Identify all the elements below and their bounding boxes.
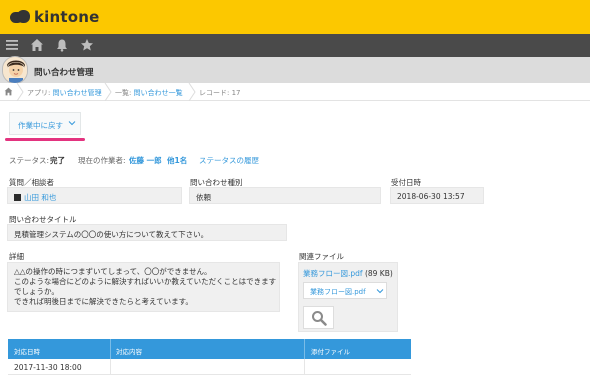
response-table-header: 対応日時 対応内容 添付ファイル	[8, 339, 411, 359]
status-action-button[interactable]: 作業中に戻す	[9, 112, 81, 135]
breadcrumb-list-link[interactable]: 問い合わせ一覧	[134, 89, 183, 97]
status-action-label: 作業中に戻す	[18, 121, 63, 130]
status-history-link[interactable]: ステータスの履歴	[199, 155, 259, 166]
assignee-more-link[interactable]: 他1名	[167, 155, 187, 166]
inquirer-link[interactable]: 山田 和也	[24, 193, 56, 202]
inquiry-title-field: 見積管理システムの〇〇の使い方について教えて下さい。	[7, 224, 287, 241]
assignee-key: 現在の作業者:	[78, 156, 126, 165]
received-field: 2018-06-30 13:57	[390, 187, 484, 204]
file-download-link[interactable]: 業務フロー図.pdf	[303, 269, 363, 278]
breadcrumb-separator	[188, 83, 196, 101]
star-icon[interactable]	[80, 38, 94, 52]
status-action-underline	[5, 138, 85, 141]
status-key: ステータス:	[9, 156, 50, 165]
detail-label: 詳細	[9, 252, 24, 261]
detail-line: このような場合にどのように解決すればいいか教えていただくことはできます	[14, 277, 277, 286]
table-cell: 2017-11-30 18:00	[14, 363, 82, 372]
file-size: (89 KB)	[364, 269, 393, 278]
breadcrumb-separator	[16, 83, 24, 101]
bell-icon[interactable]	[55, 38, 69, 52]
user-icon	[14, 194, 21, 201]
breadcrumb-list: 一覧: 問い合わせ一覧	[115, 89, 183, 97]
related-files-panel: 業務フロー図.pdf (89 KB) 業務フロー図.pdf	[298, 262, 398, 332]
chevron-down-icon	[376, 289, 384, 294]
brand-name: kintone	[34, 8, 100, 26]
column-divider	[304, 359, 305, 375]
inquiry-type-value: 依頼	[196, 193, 211, 202]
status-value: 完了	[50, 156, 65, 165]
column-divider	[304, 339, 305, 359]
inquiry-type-field: 依頼	[189, 187, 381, 204]
kintone-logo[interactable]: kintone	[10, 8, 100, 26]
global-nav	[0, 34, 590, 57]
column-divider	[110, 359, 111, 375]
detail-line: でしょうか。	[14, 287, 59, 296]
breadcrumb-record: レコード: 17	[199, 89, 241, 97]
table-header-cell: 対応内容	[116, 348, 142, 356]
related-files-label: 関連ファイル	[299, 252, 344, 261]
file-entry: 業務フロー図.pdf (89 KB)	[303, 268, 393, 279]
received-value: 2018-06-30 13:57	[397, 192, 465, 201]
breadcrumb: アプリ: 問い合わせ管理 一覧: 問い合わせ一覧 レコード: 17	[0, 83, 590, 101]
top-header: kintone	[0, 0, 590, 34]
breadcrumb-app-link[interactable]: 問い合わせ管理	[53, 89, 102, 97]
inquirer-field: 山田 和也	[7, 187, 182, 204]
search-icon	[312, 311, 327, 326]
table-header-cell: 対応日時	[14, 348, 40, 356]
column-divider	[110, 339, 111, 359]
table-header-cell: 添付ファイル	[311, 348, 350, 356]
breadcrumb-separator	[104, 83, 112, 101]
kintone-logo-icon	[10, 9, 32, 25]
detail-field: △△の操作の時につまずいてしまって、〇〇ができません。 このような場合にどのよう…	[7, 262, 280, 312]
file-preview-button[interactable]	[303, 306, 334, 329]
inquiry-title-value: 見積管理システムの〇〇の使い方について教えて下さい。	[14, 230, 209, 239]
assignee-link[interactable]: 佐藤 一郎	[129, 155, 162, 166]
detail-line: △△の操作の時につまずいてしまって、〇〇ができません。	[14, 267, 212, 276]
home-icon[interactable]	[30, 38, 44, 52]
file-select-label: 業務フロー図.pdf	[310, 288, 366, 296]
breadcrumb-app: アプリ: 問い合わせ管理	[27, 89, 102, 97]
app-avatar	[2, 56, 28, 84]
menu-icon[interactable]	[5, 38, 19, 52]
detail-line: できれば明後日までに解決できたらと考えています。	[14, 297, 193, 306]
table-row: 2017-11-30 18:00	[8, 359, 411, 375]
app-title: 問い合わせ管理	[34, 68, 94, 78]
home-breadcrumb-icon[interactable]	[4, 87, 13, 96]
file-preview-select[interactable]: 業務フロー図.pdf	[303, 282, 387, 299]
chevron-down-icon	[68, 121, 76, 126]
